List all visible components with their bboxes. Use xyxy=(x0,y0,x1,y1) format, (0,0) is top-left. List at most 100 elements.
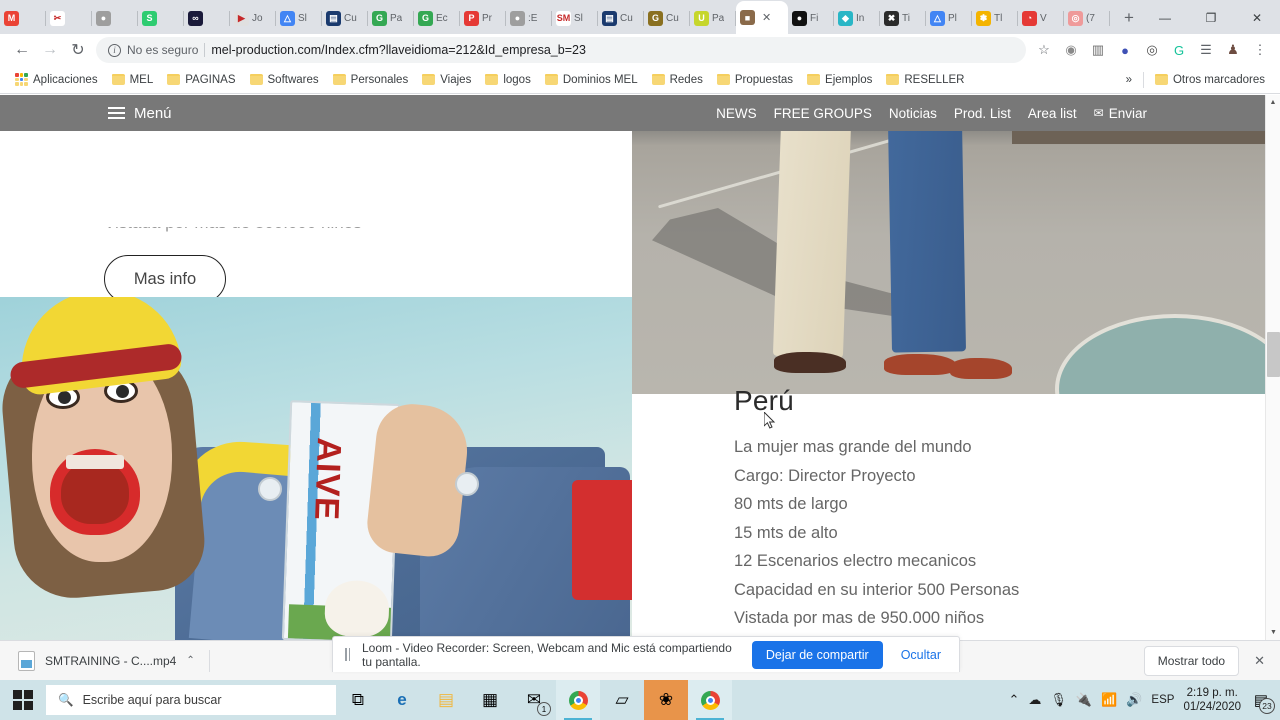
forward-button[interactable]: → xyxy=(36,36,64,64)
browser-tab[interactable]: ✂ xyxy=(46,2,92,34)
wifi-icon[interactable]: 📶 xyxy=(1101,692,1117,708)
browser-tab[interactable]: ● Fi xyxy=(788,2,834,34)
extension-grey-icon[interactable]: ◉ xyxy=(1059,38,1083,62)
show-all-downloads-button[interactable]: Mostrar todo xyxy=(1143,645,1240,676)
plug-icon[interactable]: 🔌 xyxy=(1076,692,1092,708)
browser-tab[interactable]: P Pr xyxy=(460,2,506,34)
site-nav-area-list[interactable]: Area list xyxy=(1028,106,1077,121)
bookmark-reseller[interactable]: RESELLER xyxy=(879,71,971,89)
bookmark-aplicaciones[interactable]: Aplicaciones xyxy=(8,70,105,89)
start-button[interactable] xyxy=(0,680,46,720)
scroll-down-arrow[interactable]: ▼ xyxy=(1266,625,1280,640)
grammarly-icon[interactable]: G xyxy=(1167,38,1191,62)
reload-button[interactable]: ↻ xyxy=(64,36,92,64)
scrollbar-thumb[interactable] xyxy=(1267,332,1280,377)
taskbar-app-orange-icon[interactable]: ❀ xyxy=(644,680,688,720)
new-tab-button[interactable]: + xyxy=(1116,4,1142,32)
browser-tab[interactable]: M xyxy=(0,2,46,34)
browser-tab[interactable]: ● xyxy=(92,2,138,34)
profile-avatar[interactable]: ♟ xyxy=(1221,38,1245,62)
window-split-icon[interactable]: ▥ xyxy=(1086,38,1110,62)
bookmark-ejemplos[interactable]: Ejemplos xyxy=(800,71,879,89)
clock-time: 2:19 p. m. xyxy=(1186,687,1238,699)
browser-tab[interactable]: ■ ✕ xyxy=(736,1,788,34)
taskbar-clock[interactable]: 2:19 p. m. 01/24/2020 xyxy=(1183,686,1241,714)
taskbar-task-view-icon[interactable]: ⧉ xyxy=(336,680,380,720)
browser-tab[interactable]: G Pa xyxy=(368,2,414,34)
bookmark-mel[interactable]: MEL xyxy=(105,71,161,89)
show-hidden-icons-button[interactable]: ⌃ xyxy=(1008,692,1019,708)
bookmark-logos[interactable]: logos xyxy=(478,71,538,89)
minimize-button[interactable]: — xyxy=(1142,2,1188,34)
browser-tab[interactable]: G Cu xyxy=(644,2,690,34)
browser-tab[interactable]: SM Sl xyxy=(552,2,598,34)
browser-tab[interactable]: ▶ Jo xyxy=(230,2,276,34)
browser-tab[interactable]: G Ec xyxy=(414,2,460,34)
taskbar-file-explorer-icon[interactable]: ▤ xyxy=(424,680,468,720)
stop-sharing-button[interactable]: Dejar de compartir xyxy=(751,640,883,669)
microphone-icon[interactable]: 🎙 xyxy=(1050,692,1067,708)
chrome-menu-icon[interactable]: ⋮ xyxy=(1248,38,1272,62)
taskbar-chrome-icon[interactable] xyxy=(688,680,732,720)
maximize-button[interactable]: ❐ xyxy=(1188,2,1234,34)
menu-button[interactable]: Menú xyxy=(108,105,172,122)
volume-icon[interactable]: 🔊 xyxy=(1126,692,1142,708)
mas-info-button[interactable]: Mas info xyxy=(104,255,226,303)
close-download-bar-button[interactable]: ✕ xyxy=(1249,653,1270,669)
bookmark-redes[interactable]: Redes xyxy=(645,71,710,89)
bookmark-propuestas[interactable]: Propuestas xyxy=(710,71,800,89)
browser-tab[interactable]: △ Pl xyxy=(926,2,972,34)
browser-tab[interactable]: ◎ (7 xyxy=(1064,2,1110,34)
download-divider xyxy=(208,649,210,672)
hide-share-bar-button[interactable]: Ocultar xyxy=(895,648,947,662)
browser-tab[interactable]: △ Sl xyxy=(276,2,322,34)
browser-tab[interactable]: ▤ Cu xyxy=(598,2,644,34)
bookmark-star-icon[interactable]: ☆ xyxy=(1032,38,1056,62)
bookmark-softwares[interactable]: Softwares xyxy=(243,71,326,89)
language-indicator[interactable]: ESP xyxy=(1151,694,1174,706)
site-nav-free-groups[interactable]: FREE GROUPS xyxy=(774,106,872,121)
site-nav-prod-list[interactable]: Prod. List xyxy=(954,106,1011,121)
drag-grip-icon[interactable] xyxy=(345,648,350,661)
site-nav-enviar[interactable]: ✉ Enviar xyxy=(1094,106,1147,121)
tab-close-button[interactable]: ✕ xyxy=(762,11,771,24)
bookmark-personales[interactable]: Personales xyxy=(326,71,416,89)
site-nav-noticias[interactable]: Noticias xyxy=(889,106,937,121)
scroll-up-arrow[interactable]: ▲ xyxy=(1266,95,1280,110)
browser-tab[interactable]: ✽ Tl xyxy=(972,2,1018,34)
taskbar-mail-icon[interactable]: ✉ 1 xyxy=(512,680,556,720)
colorpicker-icon[interactable]: ● xyxy=(1113,38,1137,62)
bookmark-dominios-mel[interactable]: Dominios MEL xyxy=(538,71,645,89)
browser-tab[interactable]: ✖ Ti xyxy=(880,2,926,34)
taskbar-badge: 1 xyxy=(537,702,551,716)
bookmark-paginas[interactable]: PAGINAS xyxy=(160,71,242,89)
playlist-icon[interactable]: ☰ xyxy=(1194,38,1218,62)
browser-tab[interactable]: ◔ V xyxy=(1018,2,1064,34)
taskbar-notepad-icon[interactable]: ▱ xyxy=(600,680,644,720)
browser-tab[interactable]: ∞ xyxy=(184,2,230,34)
address-bar[interactable]: i No es seguro mel-production.com/Index.… xyxy=(96,37,1026,63)
onedrive-icon[interactable]: ☁ xyxy=(1028,692,1041,708)
spiral-icon[interactable]: ◎ xyxy=(1140,38,1164,62)
bookmark-viajes[interactable]: Viajes xyxy=(415,71,478,89)
tab-title: Cu xyxy=(620,12,633,24)
taskbar-edge-icon[interactable]: e xyxy=(380,680,424,720)
browser-tab[interactable]: U Pa xyxy=(690,2,736,34)
taskbar-search-box[interactable]: 🔍 Escribe aquí para buscar xyxy=(46,685,336,715)
browser-tab[interactable]: ◆ In xyxy=(834,2,880,34)
other-bookmarks-folder[interactable]: Otros marcadores xyxy=(1148,71,1272,89)
download-item[interactable]: SMTRAINING - C....mp4 ⌃ xyxy=(10,647,203,675)
page-scrollbar[interactable]: ▲ ▼ xyxy=(1265,95,1280,640)
browser-tab[interactable]: ●:E xyxy=(506,2,552,34)
taskbar-microsoft-store-icon[interactable]: ▦ xyxy=(468,680,512,720)
notification-center-button[interactable]: ▤ 23 xyxy=(1250,689,1275,714)
site-nav-news[interactable]: NEWS xyxy=(716,106,757,121)
info-circle-icon[interactable]: i xyxy=(108,43,121,57)
back-button[interactable]: ← xyxy=(8,36,36,64)
taskbar-chrome-icon[interactable] xyxy=(556,680,600,720)
browser-tab[interactable]: ▤ Cu xyxy=(322,2,368,34)
close-window-button[interactable]: ✕ xyxy=(1234,2,1280,34)
browser-tab[interactable]: S xyxy=(138,2,184,34)
bookmarks-overflow-button[interactable]: » xyxy=(1119,71,1139,89)
download-menu-caret-icon[interactable]: ⌃ xyxy=(186,655,194,666)
